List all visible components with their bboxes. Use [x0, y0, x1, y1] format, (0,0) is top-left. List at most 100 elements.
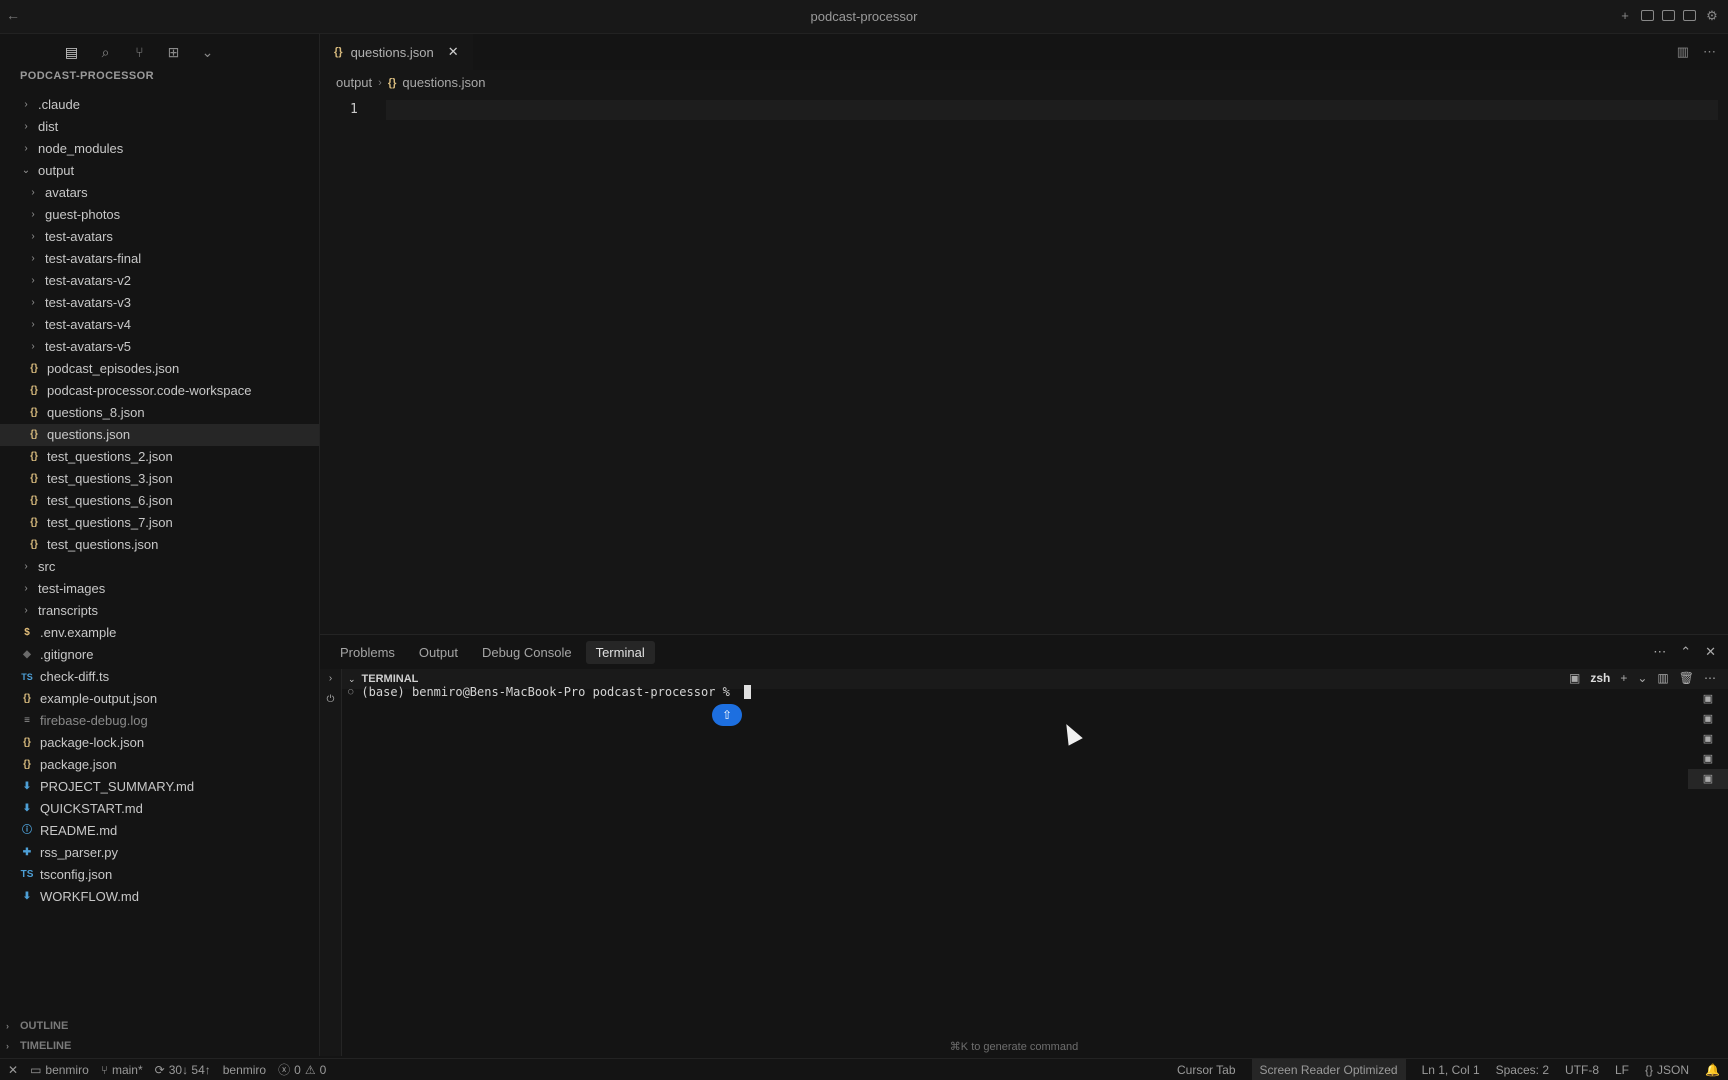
tree-file[interactable]: {} test_questions.json	[0, 534, 319, 556]
tree-folder[interactable]: › test-avatars-v2	[0, 270, 319, 292]
tree-folder[interactable]: › guest-photos	[0, 204, 319, 226]
account-name[interactable]: benmiro	[223, 1063, 266, 1077]
more-actions-icon[interactable]: ⋯	[1653, 644, 1666, 660]
tab-debug-console[interactable]: Debug Console	[472, 641, 582, 664]
notifications-bell-icon[interactable]: 🔔	[1705, 1063, 1720, 1077]
close-icon[interactable]: ✕	[448, 44, 459, 60]
remote-indicator-icon[interactable]: ✕	[8, 1063, 18, 1077]
terminal-instance-icon[interactable]: ▣	[1688, 729, 1728, 749]
branch-item[interactable]: ⑂ main*	[101, 1063, 143, 1077]
chevron-down-icon[interactable]: ⌄	[200, 44, 216, 61]
tree-folder[interactable]: › avatars	[0, 182, 319, 204]
tree-file[interactable]: {} podcast_episodes.json	[0, 358, 319, 380]
tree-file[interactable]: {} package-lock.json	[0, 732, 319, 754]
split-terminal-icon[interactable]: ▥	[1657, 671, 1668, 685]
tree-file[interactable]: ⓘ README.md	[0, 820, 319, 842]
shell-label[interactable]: zsh	[1590, 671, 1610, 685]
tree-file[interactable]: ✚ rss_parser.py	[0, 842, 319, 864]
code-line[interactable]: 1	[320, 100, 1728, 120]
tree-file[interactable]: TS tsconfig.json	[0, 864, 319, 886]
toggle-sidebar-icon[interactable]	[1641, 10, 1654, 21]
tree-file[interactable]: {} package.json	[0, 754, 319, 776]
tree-folder[interactable]: › .claude	[0, 94, 319, 116]
plug-icon[interactable]: ⏻	[320, 694, 341, 705]
terminal-instance-icon[interactable]: ▣	[1688, 709, 1728, 729]
new-icon[interactable]: +	[1617, 8, 1633, 24]
encoding-item[interactable]: UTF-8	[1565, 1063, 1599, 1077]
chevron-right-icon: ›	[24, 121, 28, 132]
tab-output[interactable]: Output	[409, 641, 468, 664]
tree-file[interactable]: {} questions_8.json	[0, 402, 319, 424]
tree-folder[interactable]: › src	[0, 556, 319, 578]
tab-problems[interactable]: Problems	[330, 641, 405, 664]
tsconfig-file-icon: TS	[20, 869, 34, 880]
problems-item[interactable]: ⓧ 0 ⚠ 0	[278, 1061, 326, 1078]
tree-folder[interactable]: ⌄ output	[0, 160, 319, 182]
tree-file[interactable]: {} questions.json	[0, 424, 319, 446]
tree-file[interactable]: ◆ .gitignore	[0, 644, 319, 666]
tree-file[interactable]: {} test_questions_7.json	[0, 512, 319, 534]
breadcrumb-folder[interactable]: output	[336, 70, 372, 96]
screen-reader-item[interactable]: Screen Reader Optimized	[1251, 1059, 1406, 1080]
maximize-panel-icon[interactable]: ⌃	[1680, 644, 1691, 660]
tree-file[interactable]: {} podcast-processor.code-workspace	[0, 380, 319, 402]
tab-terminal[interactable]: Terminal	[585, 640, 655, 664]
trash-icon[interactable]: 🗑	[1679, 671, 1694, 685]
cursor-tab-item[interactable]: Cursor Tab	[1177, 1063, 1235, 1077]
chevron-down-icon[interactable]: ⌄	[1637, 671, 1647, 685]
tree-folder[interactable]: › test-images	[0, 578, 319, 600]
outline-section[interactable]: › OUTLINE	[0, 1016, 319, 1036]
tree-file[interactable]: TS check-diff.ts	[0, 666, 319, 688]
tree-file[interactable]: $ .env.example	[0, 622, 319, 644]
tree-file[interactable]: {} test_questions_6.json	[0, 490, 319, 512]
tab-questions-json[interactable]: {} questions.json ✕	[320, 34, 473, 70]
tree-file[interactable]: {} example-output.json	[0, 688, 319, 710]
timeline-section[interactable]: › TIMELINE	[0, 1036, 319, 1056]
toggle-panel-icon[interactable]	[1662, 10, 1675, 21]
settings-gear-icon[interactable]: ⚙	[1704, 8, 1720, 24]
tree-folder[interactable]: › test-avatars-v4	[0, 314, 319, 336]
language-item[interactable]: {} JSON	[1645, 1063, 1689, 1077]
new-terminal-icon[interactable]: +	[1620, 671, 1627, 685]
tree-folder[interactable]: › node_modules	[0, 138, 319, 160]
tree-file[interactable]: {} test_questions_2.json	[0, 446, 319, 468]
chevron-right-icon: ›	[24, 561, 28, 572]
chevron-right-icon: ›	[24, 143, 28, 154]
tree-folder[interactable]: › test-avatars-v3	[0, 292, 319, 314]
terminal-instance-icon[interactable]: ▣	[1688, 749, 1728, 769]
editor-actions: ▥ ⋯	[1677, 44, 1716, 60]
cursor-position[interactable]: Ln 1, Col 1	[1422, 1063, 1480, 1077]
account-item[interactable]: ▭ benmiro	[30, 1063, 89, 1077]
tree-folder[interactable]: › test-avatars-final	[0, 248, 319, 270]
toggle-secondary-sidebar-icon[interactable]	[1683, 10, 1696, 21]
tree-file[interactable]: ⬇ WORKFLOW.md	[0, 886, 319, 908]
source-control-icon[interactable]: ⑂	[132, 44, 148, 60]
tree-folder[interactable]: › transcripts	[0, 600, 319, 622]
warning-count: 0	[319, 1062, 327, 1077]
tree-folder[interactable]: › test-avatars-v5	[0, 336, 319, 358]
tree-folder[interactable]: › dist	[0, 116, 319, 138]
breadcrumb-file[interactable]: questions.json	[402, 70, 485, 96]
chevron-down-icon[interactable]: ⌄	[348, 674, 356, 685]
terminal-instance-icon[interactable]: ▣	[1688, 769, 1728, 789]
tree-file[interactable]: {} test_questions_3.json	[0, 468, 319, 490]
extensions-icon[interactable]: ⊞	[166, 44, 182, 61]
explorer-icon[interactable]: ▤	[64, 44, 80, 61]
tree-file[interactable]: ⬇ QUICKSTART.md	[0, 798, 319, 820]
tree-item-label: test_questions.json	[47, 537, 159, 552]
terminal-instance-icon[interactable]: ▣	[1688, 689, 1728, 709]
sync-item[interactable]: ⟳ 30↓ 54↑	[155, 1063, 211, 1077]
terminal-prompt-line[interactable]: ○ (base) benmiro@Bens-MacBook-Pro podcas…	[348, 685, 751, 699]
sidebar-sections: › OUTLINE › TIMELINE	[0, 1016, 319, 1056]
tree-file[interactable]: ⬇ PROJECT_SUMMARY.md	[0, 776, 319, 798]
close-panel-icon[interactable]: ✕	[1705, 644, 1716, 660]
chevron-right-icon[interactable]: ›	[320, 673, 341, 684]
search-icon[interactable]: ⌕	[98, 44, 114, 61]
tree-folder[interactable]: › test-avatars	[0, 226, 319, 248]
indentation-item[interactable]: Spaces: 2	[1496, 1063, 1549, 1077]
tree-file[interactable]: ≡ firebase-debug.log	[0, 710, 319, 732]
eol-item[interactable]: LF	[1615, 1063, 1629, 1077]
more-actions-icon[interactable]: ⋯	[1704, 671, 1716, 685]
more-actions-icon[interactable]: ⋯	[1703, 44, 1716, 60]
split-editor-icon[interactable]: ▥	[1677, 44, 1689, 60]
